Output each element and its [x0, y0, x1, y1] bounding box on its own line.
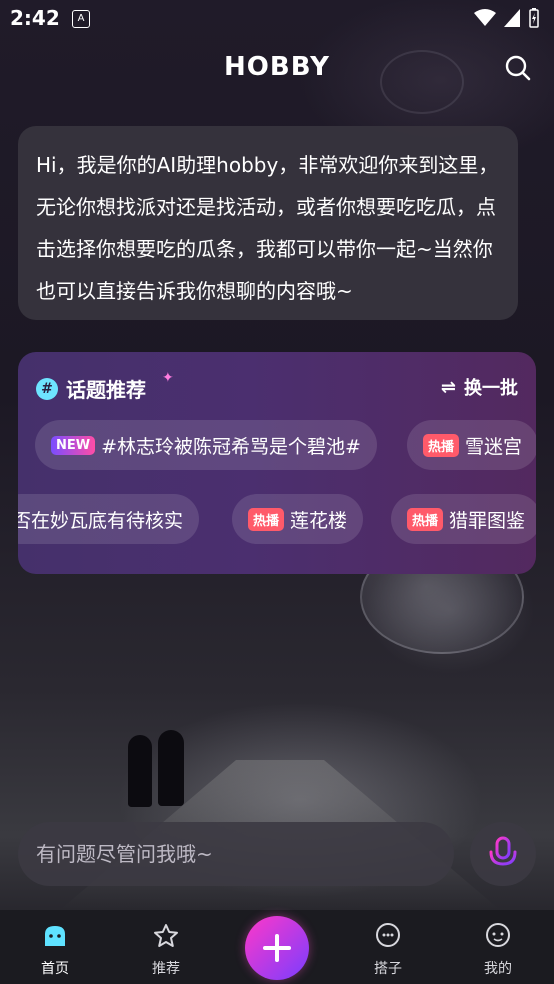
assistant-message-bubble: Hi，我是你的AI助理hobby，非常欢迎你来到这里，无论你想找派对还是找活动，…	[18, 126, 518, 320]
topic-chip-text: 莲花楼	[290, 509, 348, 532]
tab-partner[interactable]: 搭子	[348, 922, 428, 978]
hot-badge: 热播	[407, 507, 444, 531]
battery-icon	[529, 8, 539, 28]
app-logo: HOBBY	[224, 52, 330, 82]
new-badge: NEW	[51, 435, 96, 455]
hot-badge: 热播	[248, 507, 285, 531]
plus-icon	[263, 934, 291, 962]
refresh-button[interactable]: ⇌ 换一批	[441, 374, 518, 400]
topic-chip[interactable]: 热播 雪迷宫	[407, 420, 536, 470]
app-header: HOBBY	[0, 48, 554, 88]
topic-card-header: # 话题推荐	[36, 374, 146, 403]
tab-label: 我的	[484, 961, 512, 977]
hot-badge: 热播	[423, 433, 460, 457]
tab-home[interactable]: 首页	[15, 922, 95, 978]
child-silhouette-left	[128, 735, 152, 807]
notification-icon: A	[72, 10, 90, 28]
status-bar: 2:42 A	[0, 0, 554, 38]
search-icon[interactable]	[504, 54, 532, 82]
child-silhouette-right	[158, 730, 184, 806]
signal-icon	[504, 9, 520, 27]
tab-recommend[interactable]: 推荐	[126, 922, 206, 978]
swap-icon: ⇌	[440, 376, 456, 398]
topic-chip[interactable]: 热播 莲花楼	[232, 494, 364, 544]
topic-chip-text: 雪迷宫	[465, 435, 523, 458]
sparkle-icon: ✦	[162, 370, 174, 386]
topic-recommendation-card: # 话题推荐 ✦ ⇌ 换一批 NEW #林志玲被陈冠希骂是个碧池# 热播 雪迷宫…	[18, 352, 536, 574]
chat-input[interactable]: 有问题尽管问我哦~	[18, 822, 454, 886]
star-icon	[154, 924, 178, 947]
topic-card-title: 话题推荐	[66, 378, 146, 402]
hashtag-icon: #	[36, 377, 58, 400]
create-button[interactable]	[245, 916, 309, 980]
home-icon	[45, 926, 65, 946]
profile-icon	[486, 923, 510, 947]
tab-profile[interactable]: 我的	[458, 922, 538, 978]
tab-label: 推荐	[152, 961, 180, 977]
status-icons	[474, 8, 540, 28]
topic-chip-text: #林志玲被陈冠希骂是个碧池#	[101, 435, 361, 458]
topic-chip[interactable]: 热播 猎罪图鉴	[391, 494, 536, 544]
wifi-icon	[474, 9, 496, 26]
tab-label: 首页	[41, 961, 69, 977]
topic-chip-text: 否在妙瓦底有待核实	[18, 509, 184, 532]
chat-icon	[376, 923, 400, 947]
microphone-icon	[489, 836, 517, 872]
tab-label: 搭子	[374, 961, 402, 977]
refresh-label: 换一批	[464, 378, 518, 399]
status-time: 2:42	[10, 6, 60, 30]
topic-chip-text: 猎罪图鉴	[449, 509, 526, 532]
voice-input-button[interactable]	[470, 822, 536, 886]
topic-chip[interactable]: 否在妙瓦底有待核实	[18, 494, 200, 544]
topic-chip[interactable]: NEW #林志玲被陈冠希骂是个碧池#	[35, 420, 377, 470]
